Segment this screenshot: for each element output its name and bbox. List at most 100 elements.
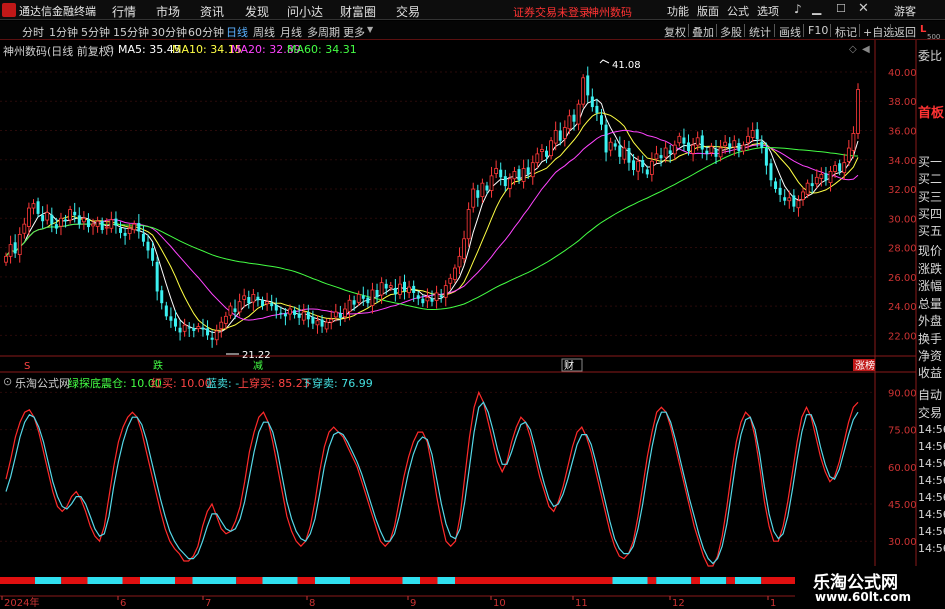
signal-segment-cyan (656, 577, 692, 584)
candle-body (356, 293, 361, 303)
f10-button[interactable]: F10 (808, 24, 828, 37)
trade-label[interactable]: 交易 (918, 404, 942, 421)
signal-segment-cyan (700, 577, 727, 584)
candle-body (430, 298, 434, 302)
price-tick-label: 22.00 (888, 331, 917, 342)
candle-body (91, 223, 95, 227)
candle-body (293, 310, 297, 315)
menu-wenxiaoda[interactable]: 问小达 (287, 3, 323, 20)
marker-jian[interactable]: 减 (253, 360, 263, 372)
candle-body (654, 153, 659, 160)
candle-body (517, 169, 521, 181)
chart-area[interactable]: 40.00 38.00 36.00 34.00 32.00 30.00 28.00 26.00… (0, 40, 945, 609)
candle-body (398, 283, 402, 295)
candle-body (476, 190, 480, 198)
tab-fenshi[interactable]: 分时 (22, 24, 44, 40)
overlay-button[interactable]: 叠加 (692, 24, 714, 40)
stats-button[interactable]: 统计 (749, 24, 771, 40)
quote-net-assets: 净资 (918, 349, 943, 363)
guest-label[interactable]: 游客 (894, 3, 916, 19)
settings-icon[interactable]: ⊙ (105, 42, 114, 55)
bell-icon[interactable]: ♪ (794, 2, 802, 16)
collapse-icon[interactable]: ◀ (862, 44, 870, 55)
candle-body (192, 328, 196, 331)
fuquan-button[interactable]: 复权 (664, 24, 686, 40)
menu-shichang[interactable]: 市场 (156, 3, 180, 20)
diamond-icon[interactable]: ◇ (849, 44, 857, 55)
candle-body (352, 300, 356, 305)
tab-multi-period[interactable]: 多周期 (307, 24, 340, 40)
candle-body (576, 103, 581, 125)
menu-jiaoyi[interactable]: 交易 (396, 3, 420, 20)
tab-15min[interactable]: 15分钟 (113, 24, 149, 40)
menu-hangqing[interactable]: 行情 (112, 3, 136, 20)
multi-stock-button[interactable]: 多股 (720, 24, 742, 40)
indicator-tick-label: 45.00 (888, 500, 917, 511)
signal-segment-red (297, 577, 315, 584)
login-status-text[interactable]: 证券交易未登录 (513, 4, 590, 20)
menu-xuanxiang[interactable]: 选项 (757, 3, 779, 19)
candle-body (81, 217, 86, 223)
minimize-icon[interactable]: ▁ (812, 1, 821, 15)
candle-body (73, 211, 77, 216)
marker-zhangbang[interactable]: 涨榜 (855, 359, 875, 372)
candle-body (439, 295, 443, 298)
x-tick-label: 2024年 (4, 596, 39, 609)
high-pointer-icon (599, 59, 610, 64)
tick-time-6: 14:56 (918, 508, 945, 521)
auto-label[interactable]: 自动 (918, 386, 942, 403)
menu-faxian[interactable]: 发现 (245, 3, 269, 20)
menu-gongshi[interactable]: 公式 (727, 3, 749, 19)
tab-weekly[interactable]: 周线 (253, 24, 275, 40)
tab-more[interactable]: 更多 (343, 24, 365, 40)
candle-body (123, 232, 127, 236)
tab-1min[interactable]: 1分钟 (49, 24, 78, 40)
maximize-icon[interactable]: ☐ (836, 2, 846, 15)
tick-time-7: 14:56 (918, 525, 945, 538)
chevron-down-icon[interactable]: ▼ (367, 25, 373, 34)
menu-caifuquan[interactable]: 财富圈 (340, 3, 376, 20)
tab-daily[interactable]: 日线 (226, 24, 248, 40)
candle-body (695, 137, 700, 146)
indicator-name: 乐淘公式网 (15, 377, 70, 390)
marker-s[interactable]: S (24, 361, 30, 372)
candle-body (714, 148, 718, 157)
candle-body (824, 173, 828, 181)
candle-body (160, 290, 164, 304)
tab-monthly[interactable]: 月线 (280, 24, 302, 40)
marker-die[interactable]: 跌 (153, 359, 163, 372)
menu-gongneng[interactable]: 功能 (667, 3, 689, 19)
candle-body (489, 175, 494, 191)
signal-segment-cyan (437, 577, 455, 584)
menu-banmian[interactable]: 版面 (697, 3, 719, 19)
price-tick-label: 34.00 (888, 156, 917, 167)
candle-body (169, 316, 173, 321)
candle-body (297, 313, 301, 318)
candle-body (315, 320, 320, 326)
candle-body (649, 160, 654, 175)
draw-line-button[interactable]: 画线 (779, 24, 801, 40)
candle-body (796, 200, 801, 209)
marker-cai[interactable]: 财 (564, 359, 574, 372)
candle-body (320, 319, 324, 327)
back-button[interactable]: 返回 (894, 24, 916, 40)
quote-change: 涨跌 (918, 262, 943, 276)
tab-60min[interactable]: 60分钟 (188, 24, 224, 40)
tab-5min[interactable]: 5分钟 (81, 24, 110, 40)
tab-30min[interactable]: 30分钟 (151, 24, 187, 40)
candle-body (13, 242, 17, 254)
x-tick-label: 8 (309, 598, 315, 609)
candle-body (247, 297, 251, 304)
candle-body (412, 285, 416, 293)
close-icon[interactable]: ✕ (858, 1, 869, 16)
indicator-settings-icon[interactable]: ⊙ (3, 375, 12, 388)
indicator-cross-sell-value: 下穿卖: 76.99 (301, 377, 373, 390)
quote-shouban: 首板 (918, 106, 945, 121)
candle-body (641, 160, 645, 168)
signal-segment-cyan (35, 577, 62, 584)
mark-button[interactable]: 标记 (835, 24, 857, 40)
menu-zixun[interactable]: 资讯 (200, 3, 224, 20)
candle-body (549, 140, 553, 157)
candle-body (279, 312, 283, 314)
candle-body (329, 318, 334, 323)
